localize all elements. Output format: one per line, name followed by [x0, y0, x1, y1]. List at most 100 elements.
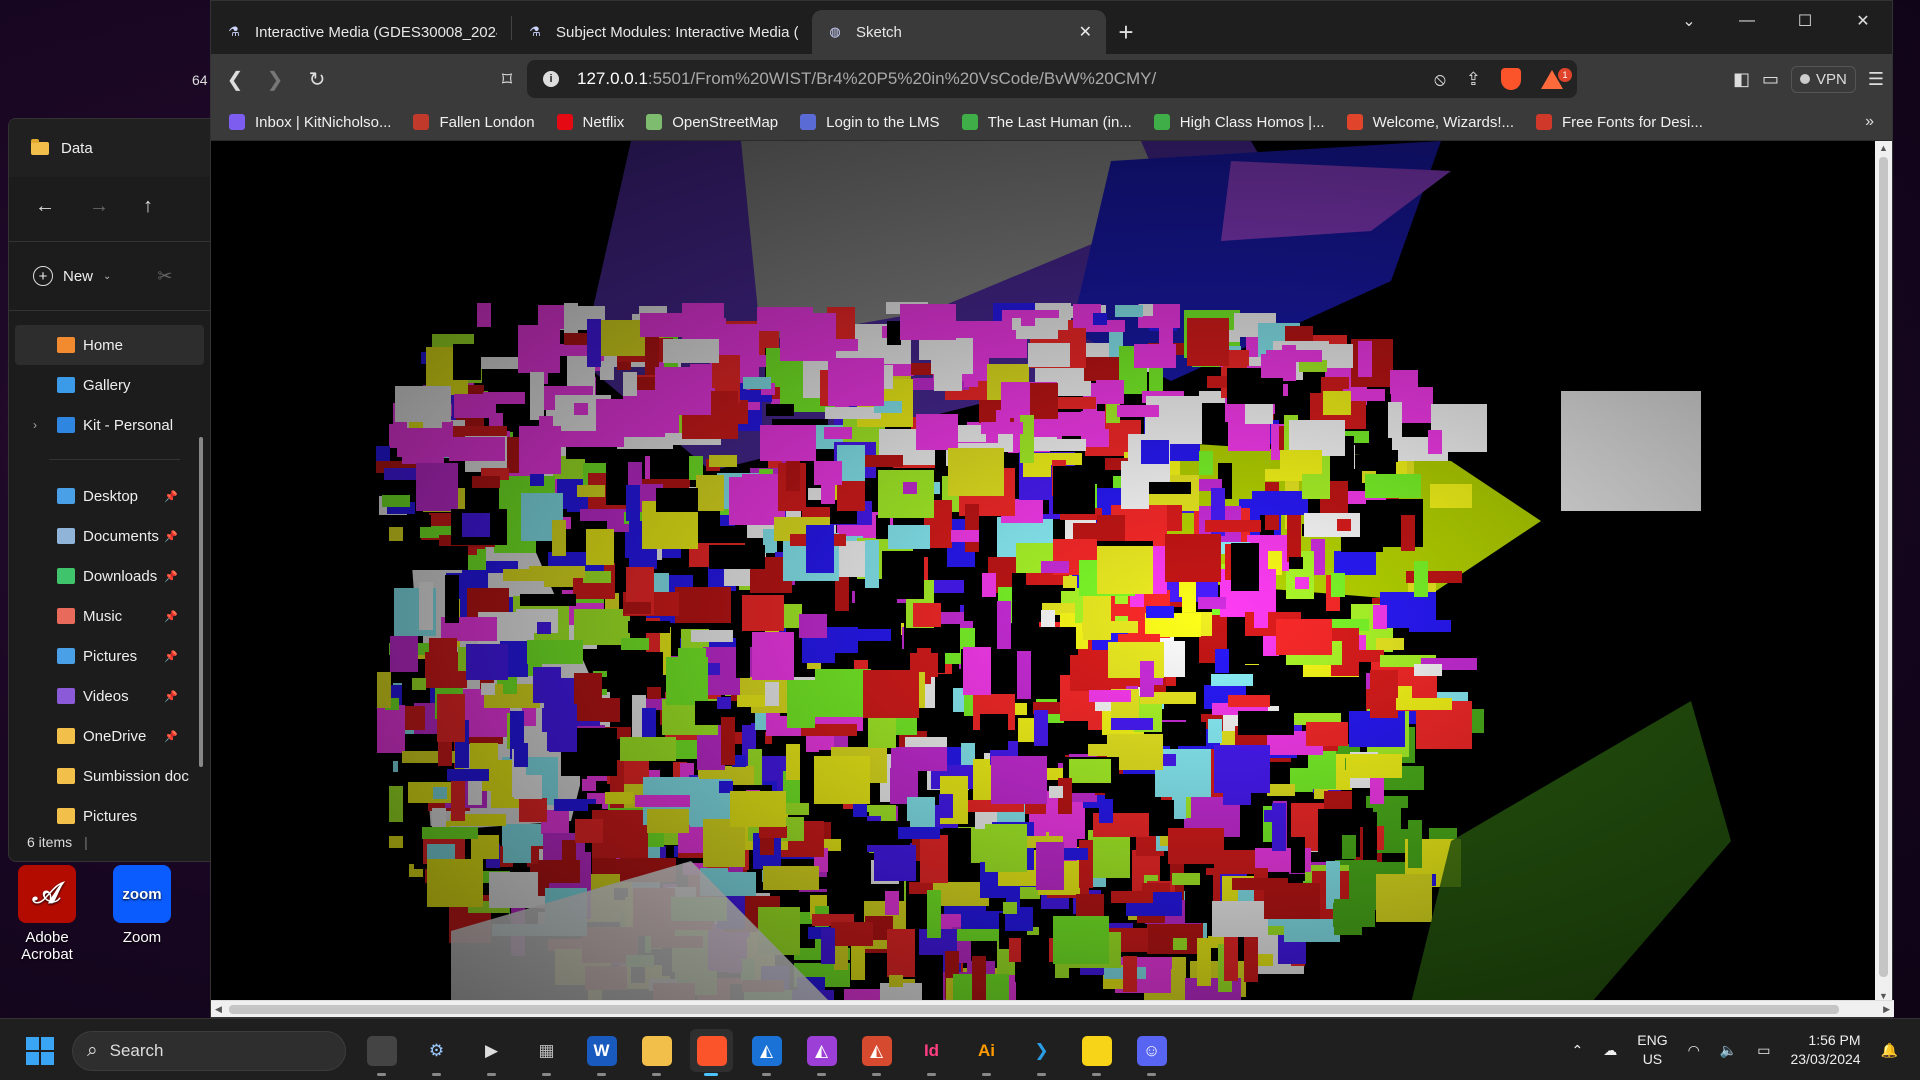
site-info-icon[interactable]: i — [543, 71, 559, 87]
tab-subject-modules[interactable]: ⚗ Subject Modules: Interactive Media ( — [512, 10, 812, 54]
bookmark-item[interactable]: OpenStreetMap — [646, 114, 778, 131]
tab-interactive-media[interactable]: ⚗ Interactive Media (GDES30008_2024 — [211, 10, 511, 54]
wifi-icon[interactable]: ◠ — [1688, 1042, 1700, 1059]
bookmark-item[interactable]: High Class Homos |... — [1153, 114, 1325, 131]
nav-item-label: Pictures — [83, 647, 138, 665]
discord-icon[interactable]: ☺ — [1130, 1029, 1173, 1076]
bookmark-icon[interactable]: ⌑ — [487, 67, 527, 92]
nav-item[interactable]: Videos 📌 — [15, 676, 204, 716]
more-bookmarks-icon[interactable]: » — [1865, 113, 1874, 131]
bookmark-item[interactable]: Login to the LMS — [800, 114, 940, 131]
scroll-right-icon[interactable]: ▶ — [1883, 1004, 1890, 1015]
sticky-notes-icon-glyph — [1081, 1035, 1112, 1066]
forward-arrow-icon[interactable]: → — [89, 195, 109, 218]
bookmark-item[interactable]: Netflix — [556, 114, 624, 131]
nav-item[interactable]: Pictures 📌 — [15, 636, 204, 676]
affinity-photo-icon[interactable]: ◭ — [800, 1029, 843, 1076]
affinity-publisher-icon[interactable]: ◭ — [855, 1029, 898, 1076]
close-tab-icon[interactable]: ✕ — [1079, 22, 1092, 42]
nav-item[interactable]: Home — [15, 325, 204, 365]
back-icon[interactable]: ❮ — [215, 67, 255, 92]
navigation-scrollbar[interactable] — [199, 437, 203, 767]
cut-icon[interactable]: ✂ — [157, 266, 172, 287]
sticky-notes-icon[interactable] — [1075, 1029, 1118, 1076]
up-arrow-icon[interactable]: ↑ — [143, 195, 153, 218]
bookmark-item[interactable]: The Last Human (in... — [961, 114, 1132, 131]
gallery-icon — [57, 377, 75, 393]
notification-bell-icon[interactable]: 🔔 — [1881, 1042, 1898, 1059]
adobe-acrobat-shortcut[interactable]: 𝒜 Adobe Acrobat — [2, 865, 92, 963]
brave-shields-icon[interactable] — [1501, 68, 1521, 90]
volume-icon[interactable]: 🔈 — [1720, 1042, 1737, 1059]
cast-blocked-icon[interactable]: ⦸ — [1434, 69, 1446, 90]
zoom-shortcut[interactable]: zoom Zoom — [97, 865, 187, 946]
new-button[interactable]: New — [63, 268, 93, 285]
scroll-left-icon[interactable]: ◀ — [215, 1004, 222, 1015]
bookmark-item[interactable]: Welcome, Wizards!... — [1346, 114, 1514, 131]
vpn-button[interactable]: VPN — [1791, 65, 1856, 93]
illustrator-icon-glyph: Ai — [978, 1040, 995, 1060]
nav-item[interactable]: Sumbission doc — [15, 756, 204, 796]
word-icon[interactable]: W — [580, 1029, 623, 1076]
adobe-acrobat-label: Adobe Acrobat — [21, 929, 73, 963]
indesign-icon[interactable]: Id — [910, 1029, 953, 1076]
close-window-icon[interactable]: ✕ — [1834, 1, 1892, 41]
settings-icon[interactable]: ⚙ — [415, 1029, 458, 1076]
calculator-icon[interactable]: ▦ — [525, 1029, 568, 1076]
file-explorer-icon[interactable] — [635, 1029, 678, 1076]
affinity-photo-icon-glyph: ◭ — [806, 1035, 837, 1066]
nav-item[interactable]: Documents 📌 — [15, 516, 204, 556]
sidebar-icon[interactable]: ◧ — [1733, 69, 1750, 90]
horizontal-scroll-thumb[interactable] — [229, 1005, 1839, 1014]
sketch-canvas[interactable] — [211, 141, 1877, 1003]
vscode-icon[interactable]: ❯ — [1020, 1029, 1063, 1076]
pictures-icon — [57, 648, 75, 664]
nav-item[interactable]: Downloads 📌 — [15, 556, 204, 596]
illustrator-icon[interactable]: Ai — [965, 1029, 1008, 1076]
back-arrow-icon[interactable]: ← — [35, 195, 55, 218]
clock[interactable]: 1:56 PM 23/03/2024 — [1790, 1031, 1860, 1069]
windows-start-icon[interactable] — [26, 1037, 54, 1065]
bookmark-item[interactable]: Free Fonts for Desi... — [1536, 114, 1703, 131]
new-tab-button[interactable]: + — [1106, 10, 1146, 54]
reload-icon[interactable]: ↻ — [297, 67, 337, 92]
bookmark-favicon-icon — [800, 114, 817, 130]
tab-search-chevron-icon[interactable]: ⌄ — [1660, 1, 1718, 41]
horizontal-scrollbar[interactable]: ◀ ▶ — [211, 1000, 1894, 1017]
nav-item[interactable]: › Kit - Personal — [15, 405, 204, 445]
forward-icon[interactable]: ❯ — [255, 67, 295, 92]
share-icon[interactable]: ⇪ — [1466, 69, 1481, 90]
nav-item[interactable]: OneDrive 📌 — [15, 716, 204, 756]
expand-chevron-icon[interactable]: › — [33, 418, 37, 432]
bookmark-item[interactable]: Fallen London — [413, 114, 535, 131]
nav-item[interactable]: Gallery — [15, 365, 204, 405]
wallet-icon[interactable]: ▭ — [1762, 69, 1779, 90]
brave-icon[interactable] — [690, 1029, 733, 1076]
running-indicator — [597, 1073, 606, 1076]
file-explorer-window[interactable]: Data ← → ↑ + New ⌄ ✂ Home Gallery › Kit - P… — [8, 118, 210, 862]
vertical-scroll-thumb[interactable] — [1879, 157, 1888, 977]
battery-icon[interactable]: ▭ — [1757, 1042, 1770, 1059]
onedrive-cloud-icon[interactable]: ☁ — [1603, 1042, 1617, 1059]
explorer-title-bar: Data — [9, 119, 210, 177]
brave-rewards-icon[interactable]: 1 — [1541, 67, 1572, 89]
maximize-icon[interactable]: ☐ — [1776, 1, 1834, 41]
bookmark-label: OpenStreetMap — [672, 113, 779, 131]
vpn-status-icon — [1800, 74, 1811, 84]
affinity-designer-icon[interactable]: ◭ — [745, 1029, 788, 1076]
nav-item[interactable]: Music 📌 — [15, 596, 204, 636]
language-indicator[interactable]: ENG US — [1637, 1031, 1667, 1069]
tab-sketch[interactable]: ◍ Sketch ✕ — [812, 10, 1106, 54]
scroll-up-icon[interactable]: ▲ — [1879, 143, 1888, 153]
nav-item[interactable]: Desktop 📌 — [15, 476, 204, 516]
pin-icon: 📌 — [164, 490, 178, 503]
task-view-icon[interactable] — [360, 1029, 403, 1076]
menu-icon[interactable]: ☰ — [1868, 69, 1884, 90]
vertical-scrollbar[interactable]: ▲ ▼ — [1875, 141, 1892, 1003]
show-hidden-icons-icon[interactable]: ⌃ — [1572, 1042, 1584, 1059]
address-bar[interactable]: i 127.0.0.1:5501/From%20WIST/Br4%20P5%20… — [527, 60, 1577, 98]
media-player-icon[interactable]: ▶ — [470, 1029, 513, 1076]
minimize-icon[interactable]: — — [1718, 1, 1776, 41]
taskbar-search[interactable]: ⌕ Search — [72, 1031, 346, 1071]
bookmark-item[interactable]: Inbox | KitNicholso... — [229, 114, 391, 131]
